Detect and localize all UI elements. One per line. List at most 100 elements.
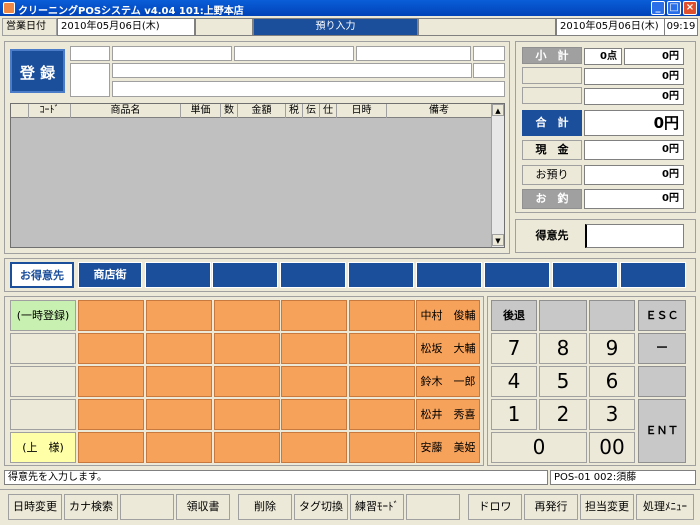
tab-empty[interactable]: [620, 262, 686, 288]
digit-5-button[interactable]: 5: [539, 366, 587, 397]
totals-row3-amount: 0円: [584, 88, 684, 105]
customer-input[interactable]: [585, 224, 684, 248]
customer-button[interactable]: 松井 秀喜: [416, 399, 480, 430]
fkey-kana-search[interactable]: カナ検索: [64, 494, 118, 520]
customer-slot-button[interactable]: [214, 333, 280, 364]
customer-button[interactable]: 安藤 美姫: [416, 432, 480, 463]
customer-slot-button[interactable]: [146, 333, 212, 364]
digit-6-button[interactable]: 6: [589, 366, 635, 397]
customer-slot-button[interactable]: [349, 333, 415, 364]
input-field[interactable]: [112, 46, 232, 61]
deposit-amount: 0円: [584, 165, 684, 185]
customer-slot-button[interactable]: [78, 399, 144, 430]
item-table[interactable]: ｺｰﾄﾞ 商品名 単価 数 金額 税 伝 仕 日時 備考 ▲ ▼: [10, 103, 505, 248]
customer-slot-button[interactable]: [214, 366, 280, 397]
keypad-blank[interactable]: [539, 300, 587, 331]
side-button-empty[interactable]: [10, 333, 76, 364]
keypad-blank[interactable]: [589, 300, 635, 331]
esc-button[interactable]: ＥＳＣ: [638, 300, 686, 331]
totals-blank-label: [522, 87, 582, 104]
maximize-button[interactable]: □: [667, 1, 681, 15]
customer-slot-button[interactable]: [281, 366, 347, 397]
customer-slot-button[interactable]: [146, 399, 212, 430]
fkey-change-datetime[interactable]: 日時変更: [8, 494, 62, 520]
customer-slot-button[interactable]: [349, 366, 415, 397]
input-field[interactable]: [473, 46, 505, 61]
tab-shopping-street[interactable]: 商店街: [78, 262, 142, 288]
digit-8-button[interactable]: 8: [539, 333, 587, 364]
scroll-up-icon[interactable]: ▲: [492, 104, 504, 116]
customer-button[interactable]: 中村 俊輔: [416, 300, 480, 331]
input-field[interactable]: [356, 46, 471, 61]
tab-empty[interactable]: [212, 262, 278, 288]
customer-button[interactable]: 鈴木 一郎: [416, 366, 480, 397]
temp-register-button[interactable]: (一時登録): [10, 300, 76, 331]
fkey-change-staff[interactable]: 担当変更: [580, 494, 634, 520]
tab-customers[interactable]: お得意先: [10, 262, 74, 288]
input-field[interactable]: [70, 46, 110, 61]
side-button-empty[interactable]: [10, 366, 76, 397]
backspace-button[interactable]: 後退: [491, 300, 537, 331]
fkey-delete[interactable]: 削除: [238, 494, 292, 520]
digit-1-button[interactable]: 1: [491, 399, 537, 430]
input-field[interactable]: [234, 46, 354, 61]
fkey-reissue[interactable]: 再発行: [524, 494, 578, 520]
col-price: 単価: [181, 104, 221, 118]
minus-button[interactable]: －: [638, 333, 686, 364]
fkey-drawer[interactable]: ドロワ: [468, 494, 522, 520]
tab-empty[interactable]: [416, 262, 482, 288]
customer-slot-button[interactable]: [281, 300, 347, 331]
customer-slot-button[interactable]: [146, 366, 212, 397]
customer-slot-button[interactable]: [349, 432, 415, 463]
customer-slot-button[interactable]: [281, 333, 347, 364]
customer-sama-button[interactable]: (上 様): [10, 432, 76, 463]
tab-empty[interactable]: [145, 262, 211, 288]
tab-empty[interactable]: [348, 262, 414, 288]
fkey-process-menu[interactable]: 処理ﾒﾆｭｰ: [636, 494, 694, 520]
digit-9-button[interactable]: 9: [589, 333, 635, 364]
fkey-practice-mode[interactable]: 練習ﾓｰﾄﾞ: [350, 494, 404, 520]
total-amount: 0円: [584, 110, 684, 136]
customer-slot-button[interactable]: [281, 399, 347, 430]
customer-slot-button[interactable]: [214, 399, 280, 430]
input-field[interactable]: [112, 81, 505, 97]
digit-3-button[interactable]: 3: [589, 399, 635, 430]
customer-slot-button[interactable]: [78, 366, 144, 397]
customer-slot-button[interactable]: [78, 333, 144, 364]
close-button[interactable]: ×: [683, 1, 697, 15]
fkey-receipt[interactable]: 領収書: [176, 494, 230, 520]
tab-empty[interactable]: [484, 262, 550, 288]
customer-slot-button[interactable]: [78, 300, 144, 331]
fkey-empty[interactable]: [406, 494, 460, 520]
fkey-empty[interactable]: [120, 494, 174, 520]
col-datetime: 日時: [337, 104, 387, 118]
scroll-down-icon[interactable]: ▼: [492, 234, 504, 246]
digit-0-button[interactable]: 0: [491, 432, 587, 463]
tab-empty[interactable]: [552, 262, 618, 288]
customer-slot-button[interactable]: [281, 432, 347, 463]
fkey-tag-switch[interactable]: タグ切換: [294, 494, 348, 520]
side-button-empty[interactable]: [10, 399, 76, 430]
input-field[interactable]: [112, 63, 472, 78]
table-scrollbar[interactable]: ▲ ▼: [491, 104, 504, 247]
input-field[interactable]: [473, 63, 505, 78]
input-field[interactable]: [70, 63, 110, 97]
customer-slot-button[interactable]: [349, 300, 415, 331]
keypad-blank[interactable]: [638, 366, 686, 397]
customer-slot-button[interactable]: [349, 399, 415, 430]
digit-7-button[interactable]: 7: [491, 333, 537, 364]
customer-slot-button[interactable]: [214, 300, 280, 331]
customer-slot-button[interactable]: [78, 432, 144, 463]
customer-slot-button[interactable]: [146, 300, 212, 331]
tab-empty[interactable]: [280, 262, 346, 288]
double-zero-button[interactable]: 00: [589, 432, 635, 463]
digit-4-button[interactable]: 4: [491, 366, 537, 397]
register-button[interactable]: 登 録: [10, 49, 65, 93]
digit-2-button[interactable]: 2: [539, 399, 587, 430]
customer-button[interactable]: 松坂 大輔: [416, 333, 480, 364]
app-icon: [3, 2, 15, 14]
enter-button[interactable]: ＥＮＴ: [638, 399, 686, 463]
customer-slot-button[interactable]: [214, 432, 280, 463]
minimize-button[interactable]: _: [651, 1, 665, 15]
customer-slot-button[interactable]: [146, 432, 212, 463]
